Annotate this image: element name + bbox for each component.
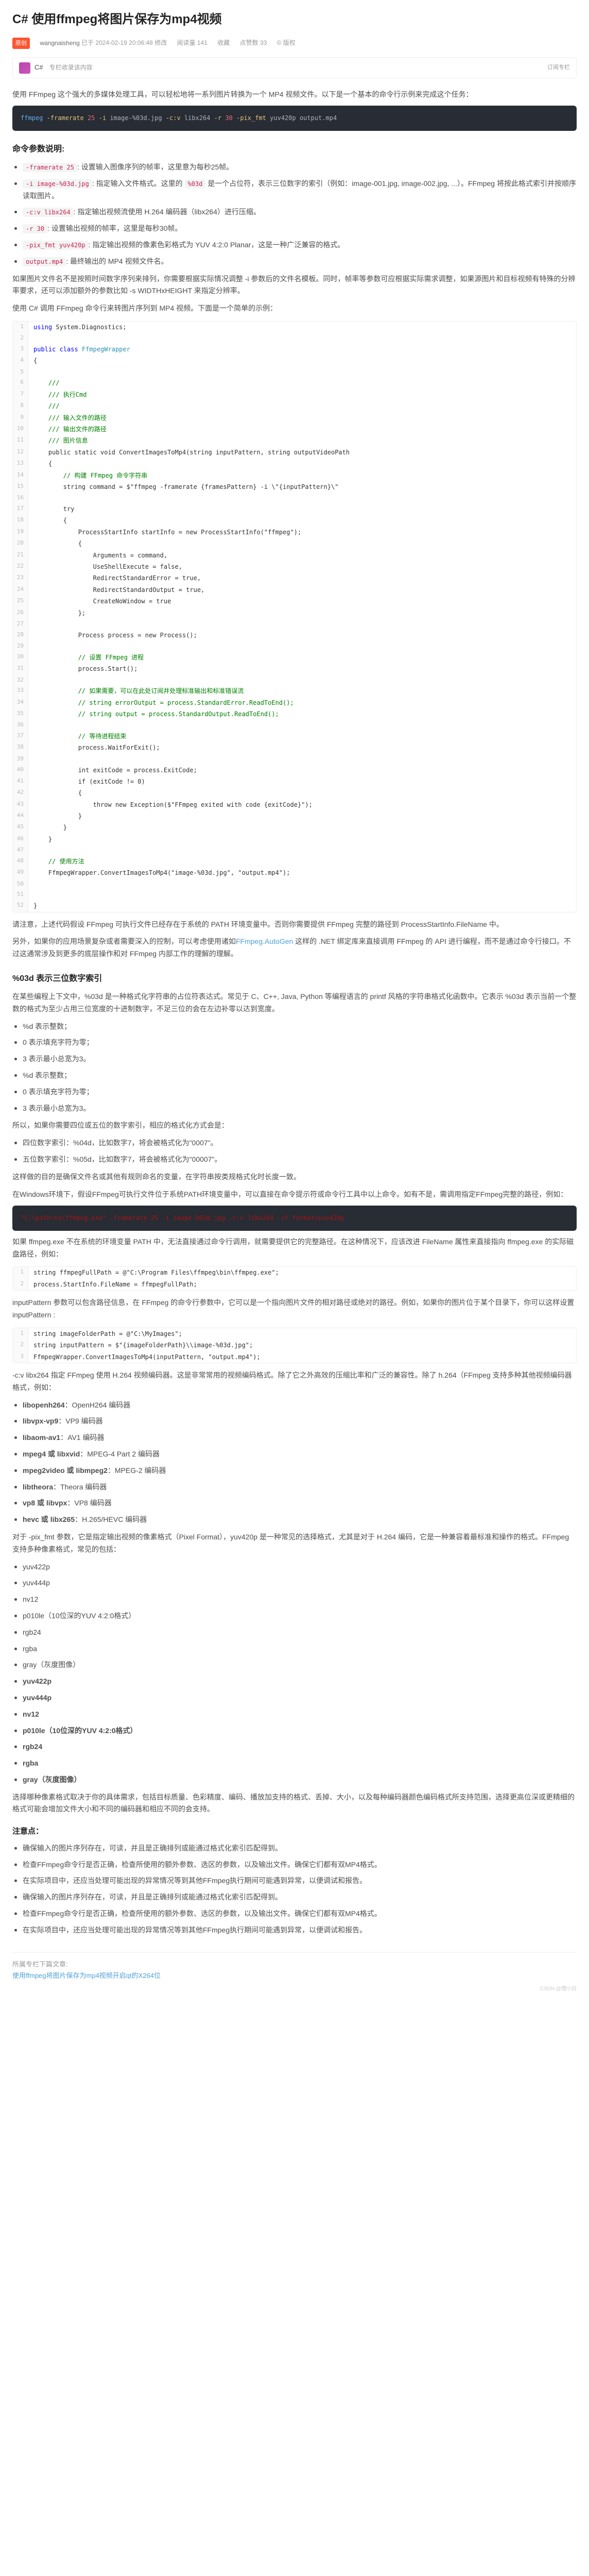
list-item: yuv422p (14, 1561, 577, 1573)
list-item: 五位数字索引：%05d，比如数字7，将会被格式化为"00007"。 (14, 1154, 577, 1166)
list-item: 在实际项目中，还应当处理可能出现的异常情况等到其他FFmpeg执行期间可能遇到异… (14, 1875, 577, 1887)
pix-list: yuv422p yuv444p nv12 p010le（10位深的YUV 4:2:0格… (12, 1561, 577, 1786)
list-item: 0 表示填充字符为零； (14, 1037, 577, 1049)
pix-item: rgba (14, 1757, 577, 1770)
lib-item: hevc 或 libx265：H.265/HEVC 编码器 (14, 1514, 577, 1526)
list-item: nv12 (14, 1594, 577, 1606)
code-block-1: 1using System.Diagnostics;23public class… (12, 321, 577, 912)
author-link[interactable]: wangnaisheng (40, 39, 79, 46)
list-item: 检查FFmpeg命令行是否正确，检查所使用的额外参数、选区的参数，以及输出文件。… (14, 1859, 577, 1871)
list-item: gray（灰度图像） (14, 1659, 577, 1671)
lib-item: libvpx-vp9：VP9 编码器 (14, 1415, 577, 1428)
note-1: 如果图片文件名不是按照时间数字序列来排列，你需要根据实际情况调整 -i 参数后的… (12, 273, 577, 298)
list-item: %d 表示整数； (14, 1070, 577, 1082)
autogen-link[interactable]: FFmpeg.AutoGen (236, 937, 293, 945)
note-2: 请注意，上述代码假设 FFmpeg 可执行文件已经存在于系统的 PATH 环境变… (12, 919, 577, 931)
param-item: output.mp4: 最终输出的 MP4 视频文件名。 (14, 256, 577, 268)
params-heading: 命令参数说明: (12, 142, 577, 156)
p-03d2: 所以，如果你需要四位或五位的数字索引，相应的格式化方式会是： (12, 1120, 577, 1132)
original-badge: 原创 (12, 38, 30, 49)
h-03d: %03d 表示三位数字索引 (12, 972, 577, 986)
param-item: -pix_fmt yuv420p: 指定输出视频的像素色彩格式为 YUV 4:2… (14, 239, 577, 251)
p-03d3: 这样做的目的是确保文件名或其他有规则命名的变量，在字符串按类规格式化时长度一致。 (12, 1171, 577, 1183)
tag-category: 专栏收录该内容 (49, 62, 93, 73)
lib-item: libopenh264：OpenH264 编码器 (14, 1399, 577, 1412)
param-item: -i image-%03d.jpg: 指定输入文件格式。这里的 %03d 是一个… (14, 178, 577, 202)
h-lib: -c:v libx264 指定 FFmpeg 使用 H.264 视频编码器。这是… (12, 1369, 577, 1394)
libs-list: libopenh264：OpenH264 编码器 libvpx-vp9：VP9 编… (12, 1399, 577, 1526)
command-block-2: "C:\path\to\ffmpeg.exe" -framerate 25 -i… (12, 1206, 577, 1230)
h-pix: 对于 -pix_fmt 参数，它是指定输出视频的像素格式（Pixel Forma… (12, 1531, 577, 1556)
lib-item: vp8 或 libvpx：VP8 编码器 (14, 1497, 577, 1510)
pix-item: yuv422p (14, 1675, 577, 1688)
lib-item: libaom-av1：AV1 编码器 (14, 1432, 577, 1444)
article-meta: 原创 wangnaisheng 已于 2024-02-19 20:06:48 修… (12, 38, 577, 49)
lib-item: libtheora：Theora 编码器 (14, 1481, 577, 1494)
lib-item: mpeg2video 或 libmpeg2：MPEG-2 编码器 (14, 1465, 577, 1477)
note-item: 在实际项目中，还应当处理可能出现的异常情况等到其他FFmpeg执行期间可能遇到异… (14, 1924, 577, 1937)
pix-item: gray（灰度图像） (14, 1774, 577, 1786)
meta-collect[interactable]: 收藏 (217, 39, 230, 46)
params-list: -framerate 25: 设置输入图像序列的帧率，这里意为每秒25帧。 -i … (12, 161, 577, 268)
intro-text: 使用 FFmpeg 这个强大的多媒体处理工具，可以轻松地将一系列图片转换为一个 … (12, 89, 577, 101)
footer: 所属专栏下篇文章: 使用ffmpeg将图片保存为mp4视频开启qt的X264位 … (12, 1952, 577, 1993)
pix-item: p010le（10位深的YUV 4:2:0格式） (14, 1725, 577, 1737)
h-notes: 注意点： (12, 1825, 577, 1838)
pix-item: nv12 (14, 1708, 577, 1721)
list-item: rgba (14, 1643, 577, 1655)
param-item: -c:v libx264: 指定输出视频流使用 H.264 编码器（libx26… (14, 206, 577, 218)
tag-bar: C# 专栏收录该内容 订阅专栏 (12, 57, 577, 78)
rec-link[interactable]: 使用ffmpeg将图片保存为mp4视频开启qt的X264位 (12, 1972, 161, 1979)
csharp-intro: 使用 C# 调用 FFmpeg 命令行来转图片序列到 MP4 视频。下面是一个简… (12, 302, 577, 315)
csdn-mark: CSDN @懵小白 (12, 1985, 577, 1993)
p-win: 在Windows环境下，假设FFmpeg可执行文件位于系统PATH环境变量中，可… (12, 1189, 577, 1201)
list-item: 3 表示最小总宽为3。 (14, 1053, 577, 1065)
subscribe-btn[interactable]: 订阅专栏 (547, 63, 570, 73)
list-03d2: 四位数字索引：%04d，比如数字7，将会被格式化为"0007"。五位数字索引：%… (12, 1137, 577, 1166)
lib-item: mpeg4 或 libxvid：MPEG-4 Part 2 编码器 (14, 1448, 577, 1461)
note-item: 确保输入的图片序列存在，可读，并且是正确排列或能通过格式化索引匹配得到。 (14, 1891, 577, 1904)
list-item: %d 表示整数； (14, 1021, 577, 1033)
p-win2: 如果 ffmpeg.exe 不在系统的环境变量 PATH 中，无法直接通过命令行… (12, 1236, 577, 1261)
p-pix: 选择哪种像素格式取决于你的具体需求，包括目标质量、色彩精度、编码、播放加支持的格… (12, 1791, 577, 1816)
param-item: -framerate 25: 设置输入图像序列的帧率，这里意为每秒25帧。 (14, 161, 577, 174)
p-03d: 在某些编程上下文中，%03d 是一种格式化字符串的占位符表达式。常见于 C、C+… (12, 991, 577, 1015)
tag-avatar (19, 62, 30, 74)
list-03d: %d 表示整数； 0 表示填充字符为零； 3 表示最小总宽为3。 %d 表示整数； 0 … (12, 1021, 577, 1115)
code-block-2: 1string ffmpegFullPath = @"C:\Program Fi… (12, 1266, 577, 1291)
command-block-1: ffmpeg -framerate 25 -i image-%03d.jpg -… (12, 106, 577, 130)
tag-link[interactable]: C# (34, 62, 43, 73)
meta-likes: 点赞数 33 (240, 39, 267, 46)
meta-copy: © 版权 (277, 39, 296, 46)
notes-list: 确保输入的图片序列存在，可读，并且是正确排列或能通过格式化索引匹配得到。检查FF… (12, 1842, 577, 1937)
pix-item: yuv444p (14, 1692, 577, 1704)
list-item: 0 表示填充字符为零； (14, 1086, 577, 1098)
list-item: p010le（10位深的YUV 4:2:0格式） (14, 1610, 577, 1622)
list-item: rgb24 (14, 1626, 577, 1639)
p-input: inputPattern 参数可以包含路径信息，在 FFmpeg 的命令行参数中… (12, 1297, 577, 1321)
article-title: C# 使用ffmpeg将图片保存为mp4视频 (12, 9, 577, 30)
list-item: 3 表示最小总宽为3。 (14, 1103, 577, 1115)
pix-item: rgb24 (14, 1741, 577, 1753)
list-item: 四位数字索引：%04d，比如数字7，将会被格式化为"0007"。 (14, 1137, 577, 1149)
param-item: -r 30: 设置输出视频的帧率，这里是每秒30帧。 (14, 223, 577, 235)
meta-date: 已于 2024-02-19 20:06:48 修改 (81, 39, 167, 46)
list-item: 确保输入的图片序列存在，可读，并且是正确排列或能通过格式化索引匹配得到。 (14, 1842, 577, 1855)
note-3: 另外，如果你的应用场景复杂或者需要深入的控制，可以考虑使用诸如FFmpeg.Au… (12, 936, 577, 960)
note-item: 检查FFmpeg命令行是否正确，检查所使用的额外参数、选区的参数，以及输出文件。… (14, 1908, 577, 1920)
meta-views: 阅读量 141 (177, 39, 207, 46)
code-block-3: 1string imageFolderPath = @"C:\MyImages"… (12, 1328, 577, 1363)
list-item: yuv444p (14, 1577, 577, 1589)
